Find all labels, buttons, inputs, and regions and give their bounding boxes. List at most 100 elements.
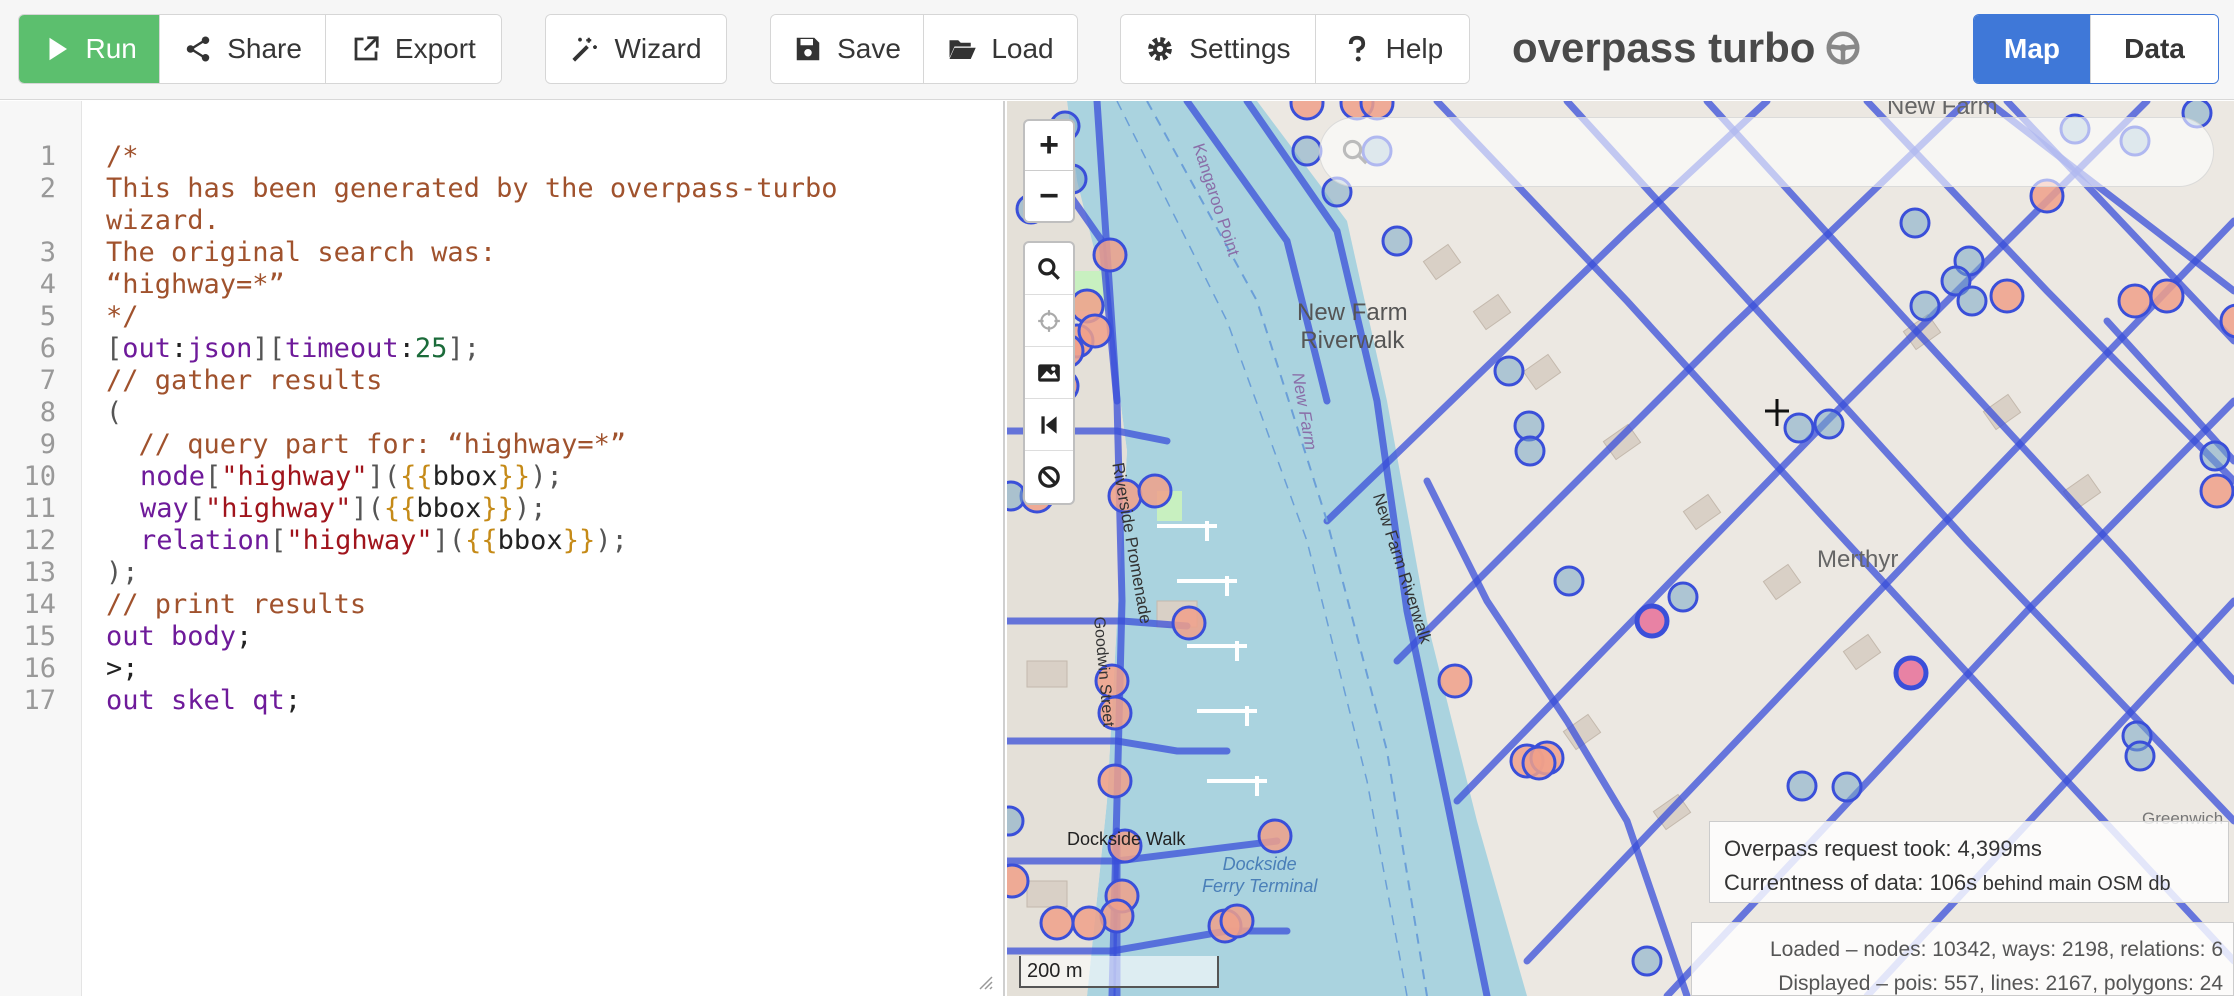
- token: "highway": [221, 461, 368, 492]
- zoom-to-data-button[interactable]: [1025, 399, 1073, 451]
- resize-handle-icon[interactable]: [977, 974, 993, 990]
- code-line-8: (: [106, 397, 123, 428]
- share-label: Share: [227, 33, 302, 64]
- token: out body: [106, 621, 237, 652]
- map-tools-control: [1023, 241, 1075, 505]
- line-number: 2: [39, 173, 56, 204]
- app-title-text: overpass turbo: [1512, 24, 1816, 71]
- token: ](: [367, 461, 401, 492]
- tab-map-label: Map: [2004, 33, 2061, 64]
- share-button[interactable]: Share: [160, 15, 326, 83]
- token: [: [188, 493, 206, 524]
- map-search-input[interactable]: [1382, 136, 2202, 168]
- zoom-in-button[interactable]: +: [1025, 121, 1073, 171]
- line-number: 3: [39, 237, 56, 268]
- help-button[interactable]: Help: [1315, 15, 1469, 83]
- currentness-text: Currentness of data: 106s: [1724, 870, 1978, 895]
- toggle-data-button[interactable]: [1025, 451, 1073, 503]
- token: }}: [481, 493, 514, 524]
- token: 25: [414, 333, 448, 364]
- share-icon: [186, 36, 210, 62]
- settings-button[interactable]: Settings: [1121, 15, 1316, 83]
- token: ](: [351, 493, 384, 524]
- magic-wand-icon: [572, 37, 598, 62]
- export-image-button[interactable]: [1025, 347, 1073, 399]
- locate-me-button[interactable]: [1025, 295, 1073, 347]
- line-number: 6: [39, 333, 56, 364]
- search-location-button[interactable]: [1025, 243, 1073, 295]
- map-label-merthyr: Merthyr: [1817, 546, 1899, 573]
- map-label-dockside-ferry-terminal: Dockside Ferry Terminal: [1202, 853, 1317, 897]
- token: {{: [383, 493, 417, 524]
- token: bbox: [432, 461, 498, 492]
- load-button[interactable]: Load: [924, 15, 1077, 83]
- wizard-label: Wizard: [614, 33, 702, 64]
- folder-open-icon: [949, 40, 977, 59]
- currentness-suffix: behind main OSM db: [1977, 873, 2171, 895]
- wizard-button[interactable]: Wizard: [546, 15, 726, 83]
- line-number: 1: [39, 141, 56, 172]
- line-number: 14: [23, 589, 56, 620]
- code-line-13: );: [106, 557, 139, 588]
- zoom-control: + −: [1023, 119, 1075, 223]
- play-icon: [49, 37, 67, 61]
- view-tabs: Map Data: [1973, 14, 2219, 84]
- line-number: 16: [23, 653, 56, 684]
- token: way: [140, 493, 189, 524]
- request-time-text: Overpass request took: 4,399ms: [1724, 836, 2042, 861]
- line-number: 7: [39, 365, 56, 396]
- request-info-panel: Overpass request took: 4,399ms Currentne…: [1709, 821, 2229, 903]
- code-line-5: */: [106, 301, 139, 332]
- map-label-new-farm-riverwalk: New Farm Riverwalk: [1297, 299, 1408, 355]
- displayed-stats: Displayed – pois: 557, lines: 2167, poly…: [1778, 972, 2223, 995]
- run-label: Run: [85, 33, 137, 64]
- token: relation: [140, 525, 271, 556]
- gear-icon: [1148, 37, 1173, 61]
- run-button[interactable]: Run: [19, 15, 161, 83]
- save-button[interactable]: Save: [771, 15, 924, 83]
- line-number: 5: [39, 301, 56, 332]
- settings-help-group: Settings Help: [1120, 14, 1470, 84]
- zoom-out-button[interactable]: −: [1025, 171, 1073, 221]
- data-currentness: Currentness of data: 106s behind main OS…: [1724, 866, 2214, 901]
- token: }}: [497, 461, 531, 492]
- save-label: Save: [837, 33, 901, 64]
- token: bbox: [497, 525, 563, 556]
- floppy-disk-icon: [796, 37, 820, 61]
- tab-data[interactable]: Data: [2091, 15, 2218, 83]
- line-number: 11: [23, 493, 56, 524]
- token: ;: [236, 621, 253, 652]
- token: {{: [400, 461, 433, 492]
- line-number: 15: [23, 621, 56, 652]
- code-line-17: out skel qt;: [106, 685, 301, 716]
- token: :: [398, 333, 415, 364]
- query-editor[interactable]: 1 2 3 4 5 6 7 8 9 10 11 12 13 14 15 16 1…: [0, 101, 1005, 996]
- toolbar: Run Share Export Wizard Save Load Settin…: [0, 0, 2234, 100]
- map-search-box[interactable]: [1319, 117, 2214, 187]
- code-line-9: // query part for: “highway=*”: [106, 429, 627, 460]
- image-icon: [1038, 363, 1060, 382]
- map-label-line: Ferry Terminal: [1202, 876, 1318, 896]
- code-line-2: This has been generated by the overpass-…: [106, 173, 838, 204]
- token: out: [122, 333, 172, 364]
- question-mark-icon: [1348, 35, 1365, 62]
- code-line-4: “highway=*”: [106, 269, 285, 300]
- export-icon: [354, 36, 379, 61]
- export-button[interactable]: Export: [325, 15, 501, 83]
- code-line-10: node["highway"]({{bbox}});: [140, 461, 563, 492]
- ban-icon: [1038, 466, 1060, 488]
- code-line-16: >;: [106, 653, 139, 684]
- token: json: [187, 333, 253, 364]
- line-number: 10: [23, 461, 56, 492]
- app-title: overpass turbo: [1512, 24, 1861, 72]
- token: :: [171, 333, 188, 364]
- map-view[interactable]: New Farm Riverwalk Merthyr New Farm Docks…: [1007, 101, 2234, 996]
- code-line-6: [out:json][timeout:25];: [106, 333, 480, 364]
- token: ;: [284, 685, 302, 716]
- code-line-12: relation["highway"]({{bbox}});: [140, 525, 628, 556]
- token: node: [140, 461, 206, 492]
- code-line-3: The original search was:: [106, 237, 497, 268]
- tab-map[interactable]: Map: [1974, 15, 2092, 83]
- data-stats-panel: Loaded – nodes: 10342, ways: 2198, relat…: [1691, 922, 2234, 996]
- file-group: Save Load: [770, 14, 1078, 84]
